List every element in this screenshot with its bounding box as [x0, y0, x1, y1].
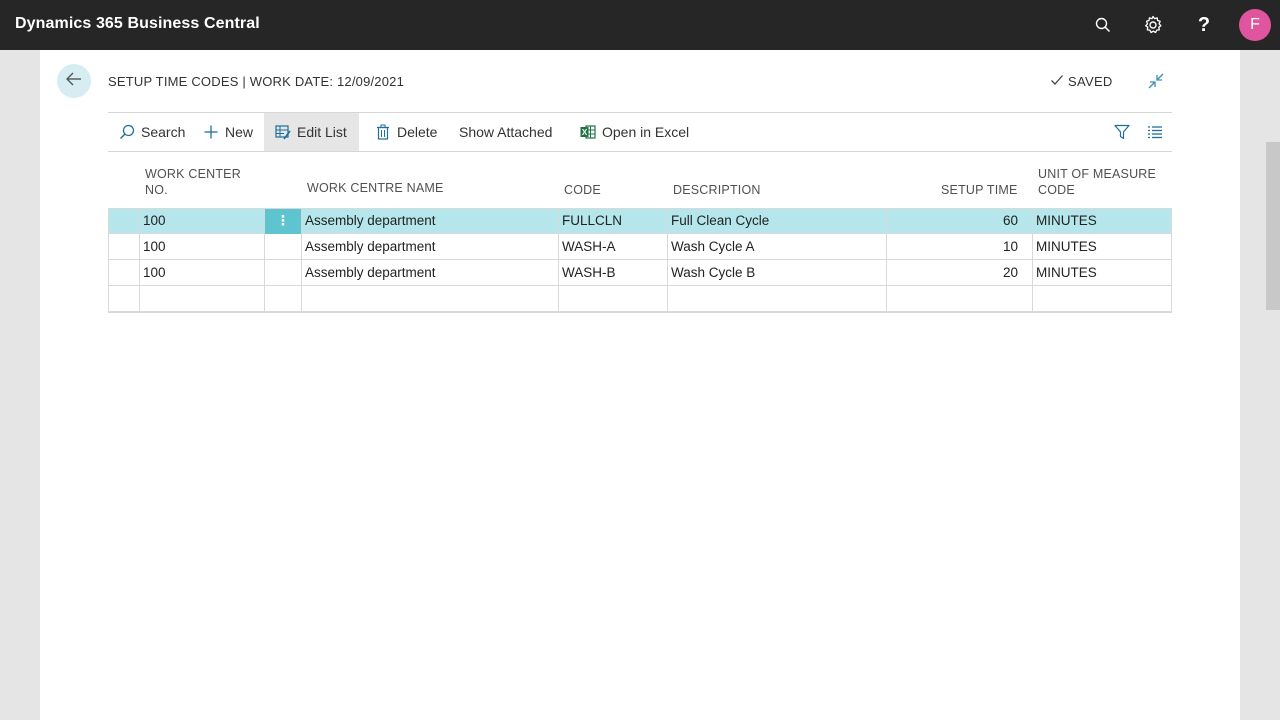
arrow-left-icon — [65, 70, 83, 93]
cell-work-centre-name[interactable]: Assembly department — [302, 208, 559, 234]
show-attached-label: Show Attached — [459, 124, 553, 140]
table-row[interactable]: 100 Assembly department WASH-A Wash Cycl… — [108, 234, 1172, 260]
cell-setup-time[interactable]: 60 — [887, 208, 1033, 234]
saved-indicator: SAVED — [1050, 73, 1113, 90]
filter-icon[interactable] — [1113, 123, 1131, 141]
show-attached-button[interactable]: Show Attached — [449, 113, 562, 151]
column-header-work-centre-name[interactable]: WORK CENTRE NAME — [307, 180, 444, 196]
gear-icon[interactable] — [1141, 13, 1165, 37]
collapse-button[interactable] — [1145, 72, 1167, 94]
cell-work-centre-name[interactable]: Assembly department — [302, 260, 559, 286]
cell-work-center-no[interactable] — [140, 286, 265, 312]
cell-code[interactable] — [559, 286, 668, 312]
column-header-setup-time[interactable]: SETUP TIME — [941, 182, 1018, 198]
search-icon[interactable] — [1091, 13, 1115, 37]
open-in-excel-button[interactable]: X Open in Excel — [569, 113, 699, 151]
avatar[interactable]: F — [1239, 9, 1271, 41]
action-bar: Search New Edit List Delete Show Attache… — [108, 112, 1172, 152]
open-in-excel-label: Open in Excel — [602, 124, 690, 140]
new-button[interactable]: New — [192, 113, 263, 151]
row-selector[interactable] — [108, 234, 140, 260]
app-title[interactable]: Dynamics 365 Business Central — [15, 15, 260, 33]
column-header-code[interactable]: CODE — [564, 182, 601, 198]
row-selector[interactable] — [108, 208, 140, 234]
cell-unit-of-measure[interactable]: MINUTES — [1033, 208, 1172, 234]
cell-description[interactable]: Wash Cycle B — [668, 260, 887, 286]
cell-code[interactable]: FULLCLN — [559, 208, 668, 234]
cell-description[interactable]: Wash Cycle A — [668, 234, 887, 260]
row-menu-cell[interactable] — [265, 260, 302, 286]
cell-setup-time[interactable]: 10 — [887, 234, 1033, 260]
back-button[interactable] — [57, 64, 91, 98]
help-icon[interactable]: ? — [1192, 13, 1216, 37]
search-button[interactable]: Search — [108, 113, 195, 151]
cell-setup-time[interactable] — [887, 286, 1033, 312]
excel-icon: X — [579, 123, 597, 141]
new-label: New — [225, 124, 254, 140]
edit-list-icon — [274, 123, 292, 141]
collapse-icon — [1147, 72, 1165, 95]
column-header-description[interactable]: DESCRIPTION — [673, 182, 761, 198]
page-title: SETUP TIME CODES | WORK DATE: 12/09/2021 — [108, 74, 405, 89]
row-menu-cell[interactable] — [265, 286, 302, 312]
row-menu-cell[interactable] — [265, 234, 302, 260]
table-row-new[interactable] — [108, 286, 1172, 312]
cell-setup-time[interactable]: 20 — [887, 260, 1033, 286]
cell-code[interactable]: WASH-A — [559, 234, 668, 260]
edit-list-label: Edit List — [297, 124, 347, 140]
search-label: Search — [141, 124, 186, 140]
checkmark-icon — [1050, 73, 1064, 90]
row-selector[interactable] — [108, 286, 140, 312]
saved-label: SAVED — [1068, 74, 1113, 89]
column-header-work-center-no[interactable]: WORK CENTER NO. — [145, 166, 255, 198]
cell-work-centre-name[interactable]: Assembly department — [302, 234, 559, 260]
cell-work-center-no[interactable]: 100 — [140, 208, 265, 234]
scrollbar-thumb[interactable] — [1266, 142, 1280, 310]
table-row[interactable]: 100 Assembly department WASH-B Wash Cycl… — [108, 260, 1172, 286]
list-view-icon[interactable] — [1146, 123, 1164, 141]
cell-description[interactable]: Full Clean Cycle — [668, 208, 887, 234]
cell-work-center-no[interactable]: 100 — [140, 260, 265, 286]
column-header-unit-of-measure-code[interactable]: UNIT OF MEASURE CODE — [1038, 166, 1168, 198]
search-icon — [118, 123, 136, 141]
row-selector[interactable] — [108, 260, 140, 286]
top-bar: Dynamics 365 Business Central ? F — [0, 0, 1280, 50]
delete-label: Delete — [397, 124, 438, 140]
cell-unit-of-measure[interactable]: MINUTES — [1033, 260, 1172, 286]
more-vertical-icon[interactable]: ⋮ — [265, 208, 302, 234]
cell-code[interactable]: WASH-B — [559, 260, 668, 286]
cell-work-center-no[interactable]: 100 — [140, 234, 265, 260]
svg-text:X: X — [582, 128, 588, 137]
trash-icon — [374, 123, 392, 141]
cell-work-centre-name[interactable] — [302, 286, 559, 312]
delete-button[interactable]: Delete — [364, 113, 447, 151]
cell-unit-of-measure[interactable] — [1033, 286, 1172, 312]
plus-icon — [202, 123, 220, 141]
table-row[interactable]: 100 ⋮ Assembly department FULLCLN Full C… — [108, 208, 1172, 234]
cell-unit-of-measure[interactable]: MINUTES — [1033, 234, 1172, 260]
edit-list-button[interactable]: Edit List — [264, 113, 359, 151]
cell-description[interactable] — [668, 286, 887, 312]
